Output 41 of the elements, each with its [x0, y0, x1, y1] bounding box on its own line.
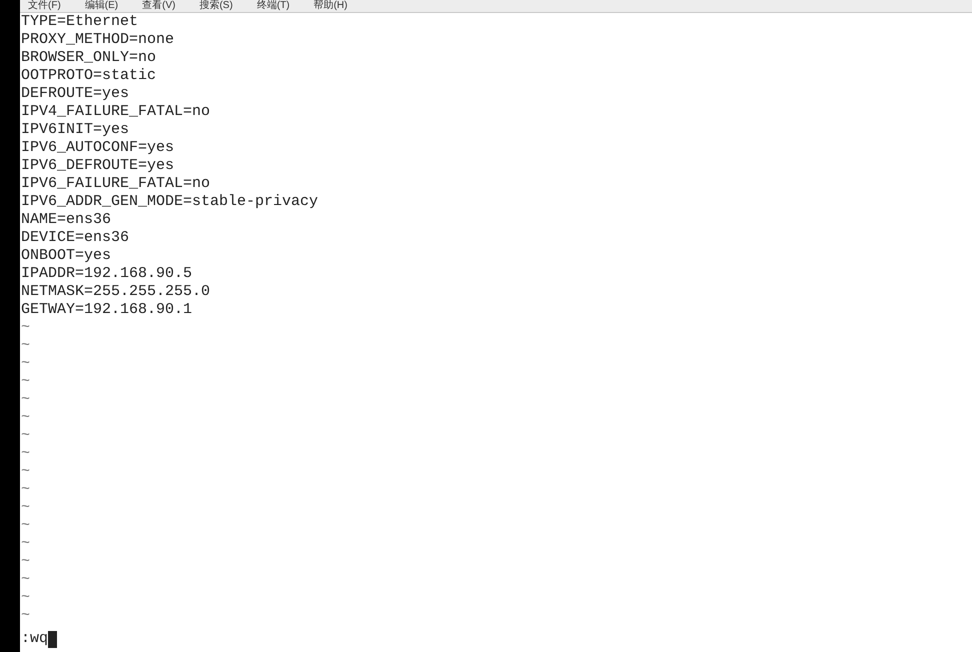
empty-line-marker: ~ — [21, 607, 30, 625]
text-cursor — [48, 630, 58, 648]
menu-item[interactable]: 编辑(E) — [84, 0, 118, 12]
empty-line-marker: ~ — [21, 481, 30, 499]
file-line: ONBOOT=yes — [21, 247, 112, 265]
file-line: IPV6_FAILURE_FATAL=no — [21, 175, 212, 193]
empty-line-marker: ~ — [21, 427, 30, 445]
file-line: GETWAY=192.168.90.1 — [21, 301, 194, 319]
empty-line-marker: ~ — [21, 535, 30, 553]
file-line: IPV6_ADDR_GEN_MODE=stable-privacy — [21, 193, 320, 211]
file-line: NETMASK=255.255.255.0 — [21, 283, 212, 301]
menu-item[interactable]: 帮助(H) — [314, 0, 348, 12]
empty-line-marker: ~ — [21, 319, 30, 337]
file-line: NAME=ens36 — [21, 211, 112, 229]
empty-line-marker: ~ — [21, 337, 30, 355]
file-line: IPADDR=192.168.90.5 — [21, 265, 194, 283]
file-line: IPV4_FAILURE_FATAL=no — [21, 103, 212, 121]
empty-line-marker: ~ — [21, 409, 30, 427]
empty-line-marker: ~ — [21, 445, 30, 463]
menu-item[interactable]: 查看(V) — [142, 0, 176, 12]
empty-line-marker: ~ — [21, 589, 30, 607]
file-line: IPV6INIT=yes — [21, 121, 130, 139]
menu-item[interactable]: 终端(T) — [256, 0, 290, 12]
command-line: :wq — [21, 628, 48, 649]
file-line: OOTPROTO=static — [21, 67, 158, 85]
empty-line-marker: ~ — [21, 355, 30, 373]
empty-line-marker: ~ — [21, 553, 30, 571]
menu-item[interactable]: 搜索(S) — [199, 0, 233, 12]
empty-line-marker: ~ — [21, 373, 30, 391]
empty-line-marker: ~ — [21, 463, 30, 481]
file-line: BROWSER_ONLY=no — [21, 49, 158, 67]
empty-line-marker: ~ — [21, 391, 30, 409]
empty-line-marker: ~ — [21, 517, 30, 535]
file-line: PROXY_METHOD=none — [21, 31, 176, 49]
empty-line-marker: ~ — [21, 499, 30, 517]
file-line: TYPE=Ethernet — [21, 13, 140, 31]
file-line: DEVICE=ens36 — [21, 229, 130, 247]
file-line: IPV6_AUTOCONF=yes — [21, 139, 176, 157]
empty-line-marker: ~ — [21, 571, 30, 589]
file-line: DEFROUTE=yes — [21, 85, 130, 103]
file-line: IPV6_DEFROUTE=yes — [21, 157, 176, 175]
